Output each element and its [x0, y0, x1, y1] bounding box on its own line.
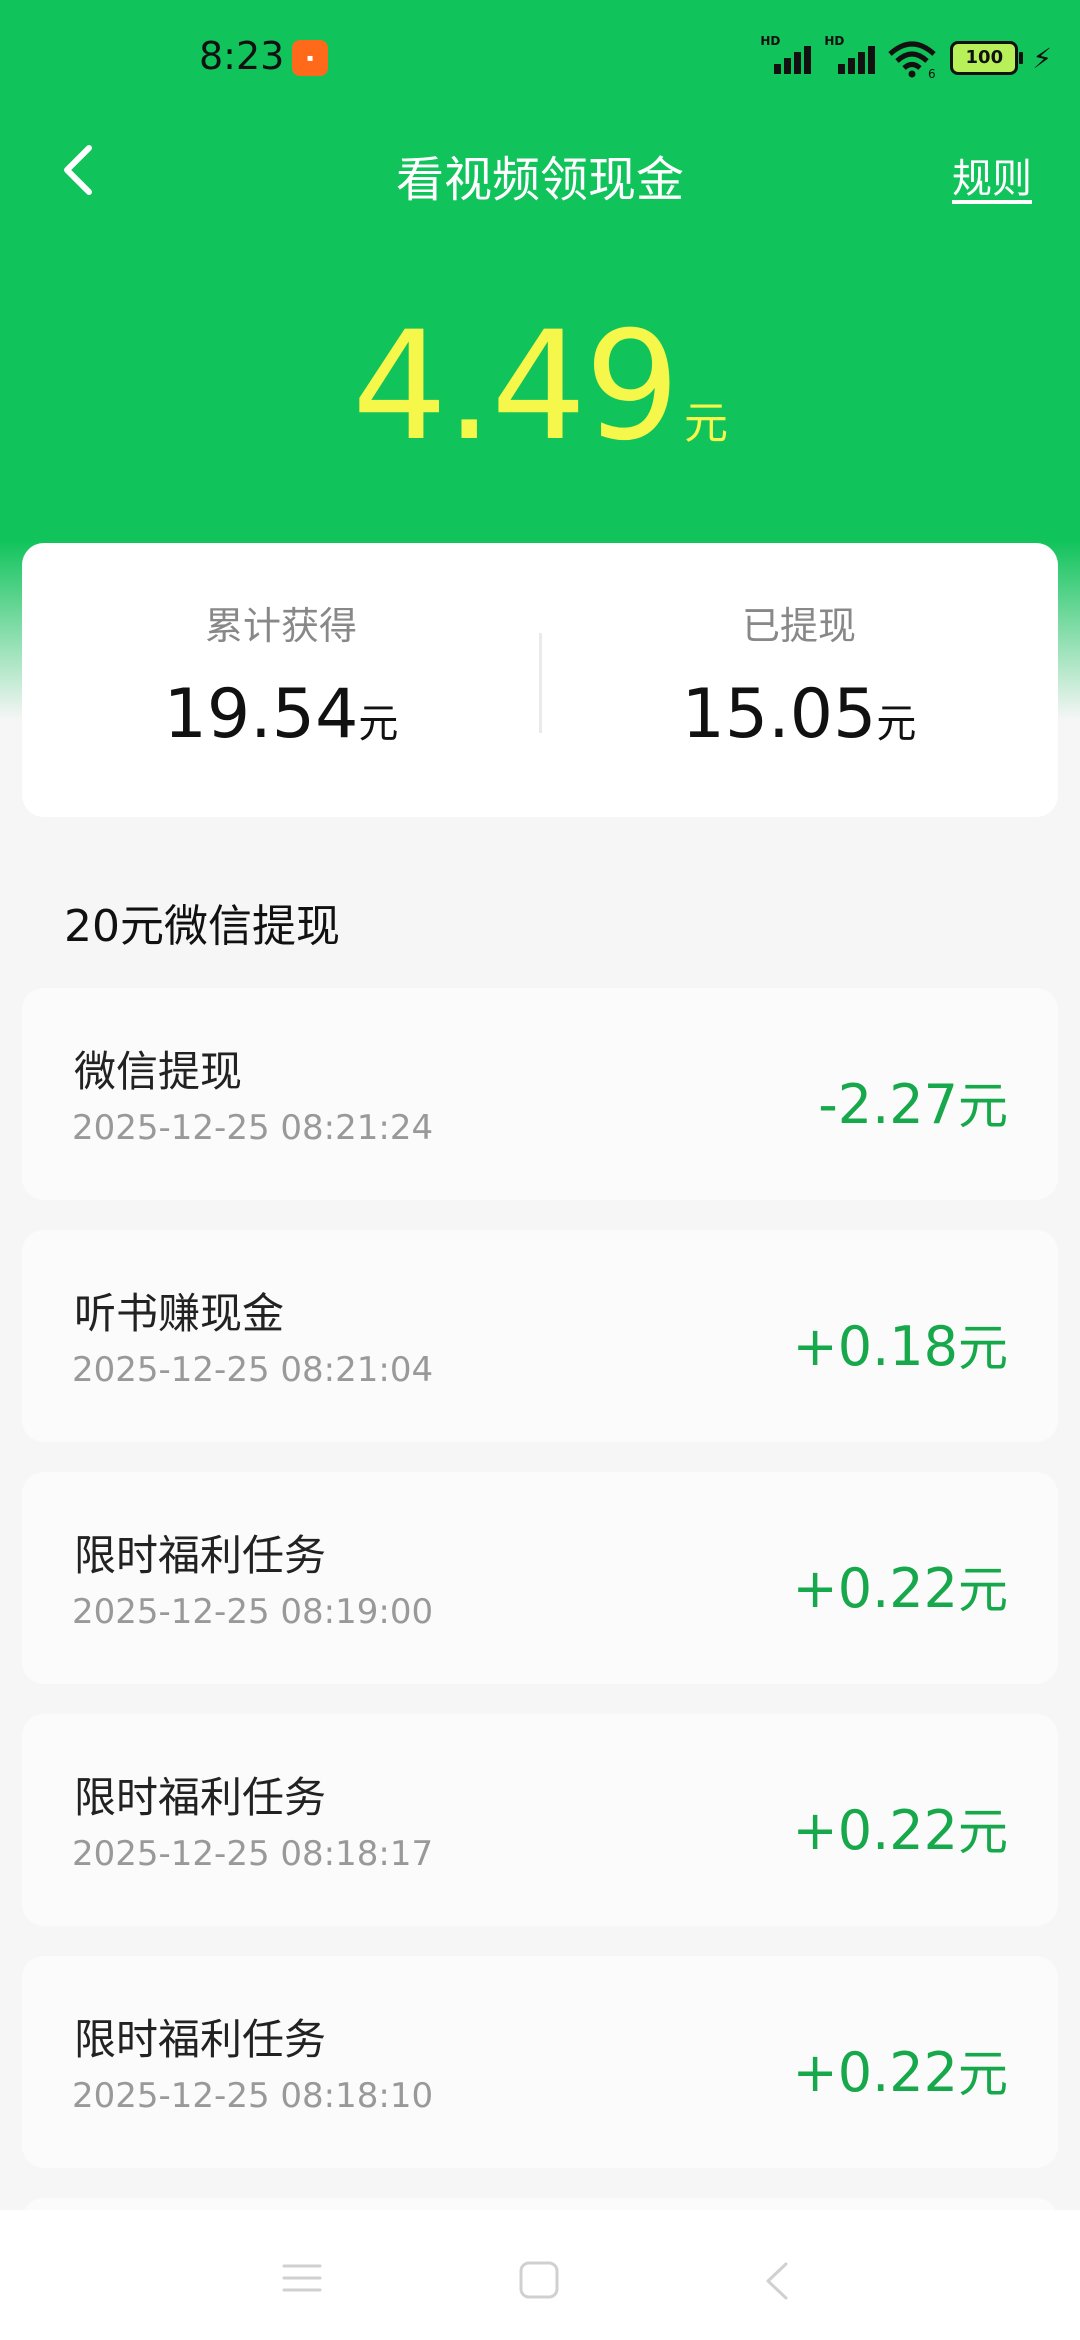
wifi-icon: 6	[888, 41, 937, 78]
record-amount-unit: 元	[958, 1319, 1008, 1377]
record-title: 听书赚现金	[74, 1289, 285, 1338]
home-icon[interactable]	[518, 2260, 560, 2300]
back-nav-icon[interactable]	[762, 2260, 792, 2302]
record-title: 限时福利任务	[74, 1531, 327, 1580]
record-amount-value: +0.22	[792, 1557, 958, 1620]
record-title: 限时福利任务	[74, 1773, 327, 1822]
record-item[interactable]: 听书赚现金 2025-12-25 08:21:04 +0.18元	[22, 1230, 1058, 1442]
earned-unit: 元	[358, 701, 399, 747]
withdrawn-summary: 已提现 15.05元	[540, 543, 1058, 817]
earned-value-row: 19.54元	[22, 675, 540, 754]
earned-value: 19.54	[163, 675, 359, 754]
record-amount-unit: 元	[958, 1077, 1008, 1135]
system-nav-bar	[0, 2210, 1080, 2340]
record-title: 微信提现	[74, 1047, 243, 1096]
signal-2-icon: HD	[824, 34, 876, 78]
svg-text:6: 6	[928, 67, 936, 78]
record-title: 限时福利任务	[74, 2015, 327, 2064]
earned-summary: 累计获得 19.54元	[22, 543, 540, 817]
balance-display: 4.49 元	[0, 300, 1080, 474]
charging-icon: ⚡	[1032, 41, 1052, 75]
app-notification-icon: ▪	[292, 40, 328, 76]
summary-card: 累计获得 19.54元 已提现 15.05元	[22, 543, 1058, 817]
rules-link[interactable]: 规则	[952, 146, 1032, 204]
signal-1-icon: HD	[760, 34, 812, 78]
record-amount-value: +0.22	[792, 1799, 958, 1862]
record-time: 2025-12-25 08:19:00	[72, 1592, 434, 1632]
record-time: 2025-12-25 08:18:17	[72, 1834, 434, 1874]
status-time: 8:23	[199, 34, 285, 78]
page-title: 看视频领现金	[395, 152, 684, 208]
record-time: 2025-12-25 08:18:10	[72, 2076, 434, 2116]
record-amount: +0.22元	[793, 1550, 1008, 1622]
record-amount-value: -2.27	[818, 1073, 958, 1136]
record-amount-unit: 元	[958, 2045, 1008, 2103]
withdrawn-value: 15.05	[681, 675, 877, 754]
record-amount-unit: 元	[958, 1561, 1008, 1619]
status-indicators: HD HD 6 100 ⚡	[760, 34, 1052, 78]
record-amount-unit: 元	[958, 1803, 1008, 1861]
section-title: 20元微信提现	[64, 901, 340, 952]
record-item[interactable]: 限时福利任务 2025-12-25 08:19:00 +0.22元	[22, 1472, 1058, 1684]
record-amount: +0.22元	[793, 1792, 1008, 1864]
record-item[interactable]: 限时福利任务 2025-12-25 08:18:17 +0.22元	[22, 1714, 1058, 1926]
menu-icon[interactable]	[280, 2260, 324, 2296]
record-amount-value: +0.22	[792, 2041, 958, 2104]
record-item[interactable]: 限时福利任务 2025-12-25 08:18:10 +0.22元	[22, 1956, 1058, 2168]
balance-amount: 4.49	[352, 300, 680, 474]
battery-icon: 100	[950, 41, 1024, 75]
record-amount: +0.22元	[793, 2034, 1008, 2106]
withdrawn-label: 已提现	[741, 604, 856, 648]
withdrawn-value-row: 15.05元	[540, 675, 1058, 754]
earned-label: 累计获得	[204, 604, 357, 648]
status-bar: 8:23 ▪ HD HD 6 100 ⚡	[0, 0, 1080, 110]
record-amount: -2.27元	[818, 1066, 1008, 1138]
record-time: 2025-12-25 08:21:24	[72, 1108, 434, 1148]
record-amount-value: +0.18	[792, 1315, 958, 1378]
record-time: 2025-12-25 08:21:04	[72, 1350, 434, 1390]
balance-unit: 元	[683, 398, 728, 449]
record-amount: +0.18元	[793, 1308, 1008, 1380]
withdrawn-unit: 元	[876, 701, 917, 747]
record-item[interactable]: 微信提现 2025-12-25 08:21:24 -2.27元	[22, 988, 1058, 1200]
